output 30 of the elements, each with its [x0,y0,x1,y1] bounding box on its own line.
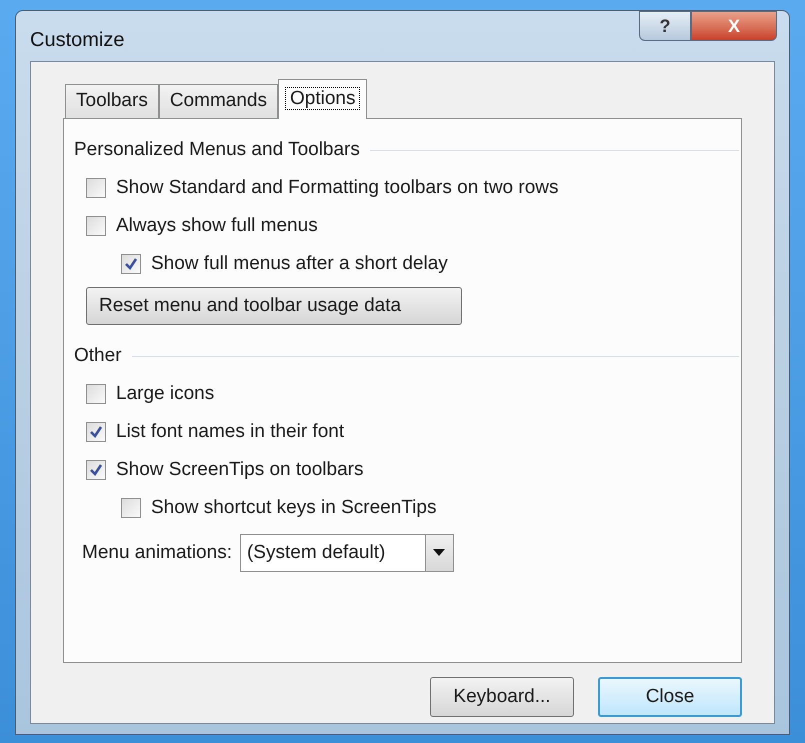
window-title: Customize [30,28,124,53]
tab[interactable]: Toolbars [65,84,159,118]
checkbox-label: List font names in their font [116,420,344,444]
checkbox-label: Show Standard and Formatting toolbars on two rows [116,176,559,200]
dropdown-arrow-icon [433,549,446,557]
checkbox[interactable] [86,384,106,404]
group-heading: Personalized Menus and Toolbars [74,138,360,162]
checkbox-label: Show shortcut keys in ScreenTips [151,496,436,520]
dialog-button[interactable]: Close [598,677,742,717]
checkmark-icon [89,463,103,477]
field-label: Menu animations: [82,540,232,565]
animation-dropdown[interactable]: (System default) [240,534,454,572]
checkbox-label: Show ScreenTips on toolbars [116,458,364,482]
checkbox[interactable] [86,422,106,442]
checkbox[interactable] [121,498,141,518]
checkmark-icon [89,425,103,439]
checkmark-icon [124,257,138,271]
checkbox[interactable] [86,178,106,198]
help-button[interactable]: ? [639,11,691,41]
checkbox-label: Show full menus after a short delay [151,252,448,276]
reset-button[interactable]: Reset menu and toolbar usage data [86,287,462,325]
tab[interactable]: Commands [158,84,278,118]
checkbox[interactable] [121,254,141,274]
checkbox[interactable] [86,216,106,236]
checkbox-label: Large icons [116,382,214,406]
checkbox-label: Always show full menus [116,214,318,238]
tab[interactable]: Options [278,79,368,119]
checkbox[interactable] [86,460,106,480]
group-heading: Other [74,344,122,368]
dialog-button[interactable]: Keyboard... [430,677,574,717]
